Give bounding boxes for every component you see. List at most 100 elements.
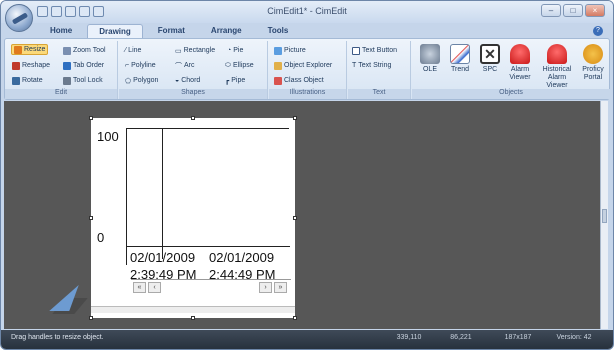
explorer-icon bbox=[274, 61, 282, 70]
ellipse-button[interactable]: ⬭ Ellipse bbox=[225, 60, 254, 71]
historical-alarm-icon bbox=[547, 44, 567, 64]
help-icon[interactable]: ? bbox=[593, 26, 603, 36]
scroll-next-button[interactable]: › bbox=[259, 282, 272, 293]
arc-button[interactable]: ⌒ Arc bbox=[175, 60, 195, 71]
trend-plot-area bbox=[126, 128, 290, 265]
pipe-icon: ┏ bbox=[225, 77, 230, 85]
ole-button[interactable]: OLE bbox=[415, 44, 445, 74]
text-button-icon bbox=[352, 46, 360, 55]
group-label-illustrations: Illustrations bbox=[269, 89, 346, 99]
maximize-button[interactable]: □ bbox=[563, 4, 583, 17]
polygon-icon: ⬠ bbox=[125, 77, 132, 85]
text-string-icon: T bbox=[352, 62, 357, 69]
picture-icon bbox=[274, 46, 282, 55]
group-shapes: ⁄ Line ▭ Rectangle ◔ Pie ⌐ Polyline ⌒ Arc ⬭ El… bbox=[119, 41, 268, 99]
x-axis-label-2: 02/01/2009 2:44:49 PM bbox=[209, 250, 276, 282]
polyline-button[interactable]: ⌐ Polyline bbox=[125, 60, 156, 71]
reshape-icon bbox=[12, 61, 20, 70]
tab-tools[interactable]: Tools bbox=[257, 24, 300, 38]
tab-drawing[interactable]: Drawing bbox=[87, 24, 143, 38]
spc-button[interactable]: ✕ SPC bbox=[475, 44, 505, 74]
resize-handle-right[interactable] bbox=[293, 216, 297, 220]
resize-handle-bottom[interactable] bbox=[191, 316, 195, 320]
historical-alarm-viewer-button[interactable]: Historical Alarm Viewer bbox=[537, 44, 577, 90]
reshape-button[interactable]: Reshape bbox=[12, 60, 50, 71]
line-button[interactable]: ⁄ Line bbox=[125, 45, 141, 56]
status-version: Version: 42 bbox=[556, 334, 592, 341]
drawing-canvas[interactable]: 100 0 02/01/2009 2:39:49 PM 02/01/2009 2:4… bbox=[4, 101, 608, 329]
tool-lock-button[interactable]: Tool Lock bbox=[63, 75, 103, 86]
proficy-portal-button[interactable]: Proficy Portal bbox=[578, 44, 608, 82]
line-icon: ⁄ bbox=[125, 47, 127, 54]
text-string-button[interactable]: T Text String bbox=[352, 60, 391, 71]
status-size: 187x187 bbox=[504, 334, 532, 341]
trend-cursor-line bbox=[162, 129, 163, 259]
rectangle-icon: ▭ bbox=[175, 47, 182, 55]
trend-icon bbox=[450, 44, 470, 64]
resize-handle-bottom-right[interactable] bbox=[293, 316, 297, 320]
scrollbar-thumb[interactable] bbox=[602, 209, 607, 223]
object-explorer-button[interactable]: Object Explorer bbox=[274, 60, 332, 71]
trend-object[interactable]: 100 0 02/01/2009 2:39:49 PM 02/01/2009 2:4… bbox=[91, 118, 295, 318]
text-button-button[interactable]: Text Button bbox=[352, 45, 397, 56]
resize-handle-top-left[interactable] bbox=[89, 116, 93, 120]
rectangle-button[interactable]: ▭ Rectangle bbox=[175, 45, 215, 56]
trend-x-axis bbox=[127, 246, 290, 247]
close-button[interactable]: × bbox=[585, 4, 605, 17]
resize-handle-bottom-left[interactable] bbox=[89, 316, 93, 320]
chord-button[interactable]: ◒ Chord bbox=[175, 75, 200, 86]
group-label-shapes: Shapes bbox=[119, 89, 267, 99]
minimize-button[interactable]: – bbox=[541, 4, 561, 17]
rotate-button[interactable]: Rotate bbox=[12, 75, 43, 86]
arc-icon: ⌒ bbox=[175, 62, 182, 70]
class-object-button[interactable]: Class Object bbox=[274, 75, 324, 86]
tab-order-icon bbox=[63, 61, 71, 70]
pie-icon: ◔ bbox=[227, 47, 232, 54]
spc-icon: ✕ bbox=[480, 44, 500, 64]
status-coords: 339,110 bbox=[396, 334, 422, 341]
trend-horizontal-scrollbar[interactable] bbox=[91, 306, 295, 313]
status-bar: Drag handles to resize object. 339,110 8… bbox=[1, 330, 613, 349]
resize-handle-top[interactable] bbox=[191, 116, 195, 120]
x-axis-label-1: 02/01/2009 2:39:49 PM bbox=[130, 250, 197, 282]
resize-handle-top-right[interactable] bbox=[293, 116, 297, 120]
pie-button[interactable]: ◔ Pie bbox=[227, 45, 243, 56]
tab-home[interactable]: Home bbox=[39, 24, 83, 38]
vertical-scrollbar[interactable] bbox=[600, 101, 608, 329]
group-illustrations: Picture Object Explorer Class Object Ill… bbox=[269, 41, 347, 99]
ole-icon bbox=[420, 44, 440, 64]
y-axis-min-label: 0 bbox=[97, 230, 105, 245]
pen-icon bbox=[11, 12, 29, 25]
trend-button[interactable]: Trend bbox=[445, 44, 475, 74]
scroll-last-button[interactable]: » bbox=[274, 282, 287, 293]
ribbon-tabs: Home Drawing Format Arrange Tools bbox=[39, 24, 299, 38]
resize-handle-left[interactable] bbox=[89, 216, 93, 220]
y-axis-max-label: 100 bbox=[97, 129, 119, 144]
zoom-tool-button[interactable]: Zoom Tool bbox=[63, 45, 106, 56]
tab-order-button[interactable]: Tab Order bbox=[63, 60, 104, 71]
picture-button[interactable]: Picture bbox=[274, 45, 306, 56]
group-label-edit: Edit bbox=[5, 89, 117, 99]
tab-arrange[interactable]: Arrange bbox=[200, 24, 253, 38]
status-message: Drag handles to resize object. bbox=[11, 334, 104, 341]
chord-icon: ◒ bbox=[175, 77, 180, 84]
lock-icon bbox=[63, 76, 71, 85]
ellipse-icon: ⬭ bbox=[225, 61, 231, 69]
alarm-icon bbox=[510, 44, 530, 64]
app-window: CimEdit1* - CimEdit – □ × Home Drawing F… bbox=[0, 0, 614, 350]
pipe-button[interactable]: ┏ Pipe bbox=[225, 75, 245, 86]
polygon-button[interactable]: ⬠ Polygon bbox=[125, 75, 158, 86]
polyline-icon: ⌐ bbox=[125, 62, 130, 69]
alarm-viewer-button[interactable]: Alarm Viewer bbox=[505, 44, 535, 82]
resize-button[interactable]: Resize bbox=[11, 44, 49, 55]
status-position: 86,221 bbox=[450, 334, 472, 341]
class-object-icon bbox=[274, 76, 282, 85]
group-label-text: Text bbox=[348, 89, 410, 99]
scroll-prev-button[interactable]: ‹ bbox=[148, 282, 161, 293]
group-edit: Resize Zoom Tool Reshape Tab Order Rotat… bbox=[5, 41, 118, 99]
window-title: CimEdit1* - CimEdit bbox=[267, 6, 347, 16]
group-objects: OLE Trend ✕ SPC Alarm Viewer Historical A… bbox=[412, 41, 610, 99]
application-menu-button[interactable] bbox=[5, 4, 33, 32]
tab-format[interactable]: Format bbox=[147, 24, 196, 38]
scroll-first-button[interactable]: « bbox=[133, 282, 146, 293]
